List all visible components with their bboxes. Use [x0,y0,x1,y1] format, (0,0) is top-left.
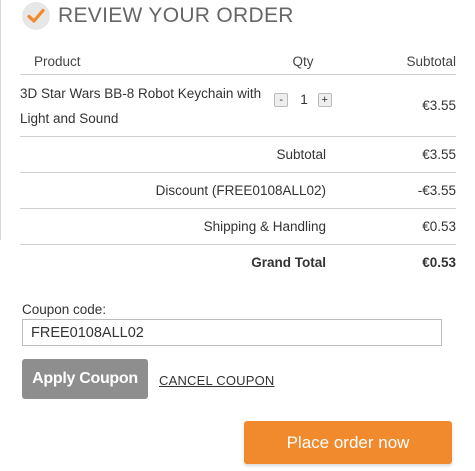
apply-coupon-button[interactable]: Apply Coupon [22,359,148,399]
grand-total-label: Grand Total [251,255,326,270]
subtotal-value: €3.55 [422,147,456,162]
grand-total-value: €0.53 [422,255,456,270]
quantity-stepper: - 1 + [262,92,344,107]
decrease-qty-button[interactable]: - [274,92,289,107]
discount-label: Discount (FREE0108ALL02) [155,183,326,198]
qty-value: 1 [300,92,308,107]
increase-qty-button[interactable]: + [317,92,332,107]
page-title: REVIEW YOUR ORDER [58,4,294,27]
subtotal-row: Subtotal €3.55 [20,136,456,173]
shipping-value: €0.53 [422,219,456,234]
subtotal-label: Subtotal [276,147,326,162]
column-header-subtotal: Subtotal [406,53,456,69]
discount-row: Discount (FREE0108ALL02) -€3.55 [20,172,456,209]
place-order-button[interactable]: Place order now [244,421,452,464]
shipping-label: Shipping & Handling [203,219,326,234]
order-review-table: Product Qty Subtotal 3D Star Wars BB-8 R… [20,48,456,280]
column-header-product: Product [34,53,81,69]
item-subtotal: €3.55 [422,98,456,113]
panel-left-border [0,0,5,240]
coupon-code-label: Coupon code: [22,302,107,317]
table-header-row: Product Qty Subtotal [20,48,456,75]
shipping-row: Shipping & Handling €0.53 [20,208,456,245]
order-review-page: REVIEW YOUR ORDER Product Qty Subtotal 3… [0,0,475,471]
column-header-qty: Qty [292,53,314,69]
discount-value: -€3.55 [417,183,456,198]
product-name: 3D Star Wars BB-8 Robot Keychain with Li… [20,85,262,126]
review-header: REVIEW YOUR ORDER [22,2,294,30]
grand-total-row: Grand Total €0.53 [20,245,456,281]
cancel-coupon-link[interactable]: CANCEL COUPON [159,373,275,388]
coupon-code-input[interactable] [22,319,442,346]
check-icon [22,2,50,30]
table-row: 3D Star Wars BB-8 Robot Keychain with Li… [20,74,456,137]
